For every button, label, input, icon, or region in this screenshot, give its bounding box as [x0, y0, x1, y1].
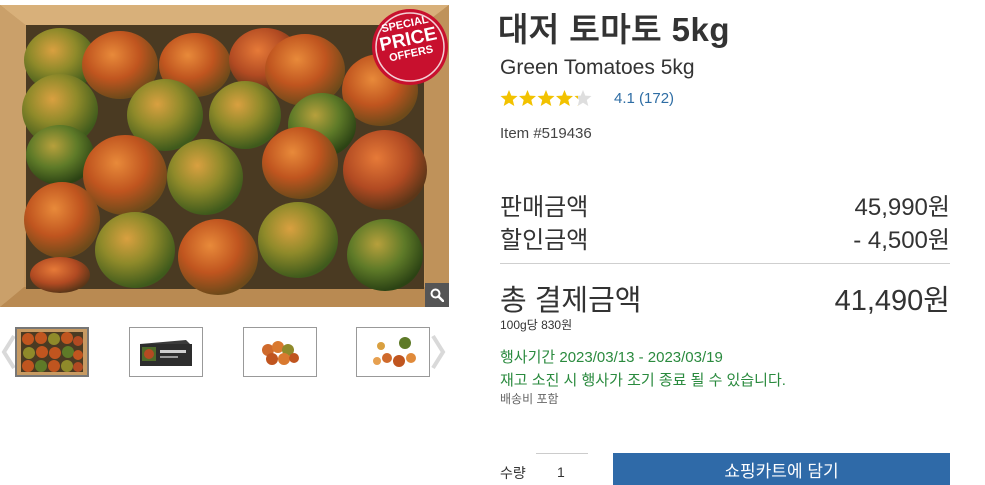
zoom-button[interactable]: [425, 283, 449, 307]
total-price-label: 총 결제금액: [500, 285, 642, 317]
discount-row: 할인금액 - 4,500원: [500, 220, 950, 255]
thumbnail-packaged-box: [130, 328, 202, 376]
unit-price: 100g당 830원: [500, 318, 573, 332]
thumbnail-loose-tomatoes: [244, 328, 316, 376]
thumbnail-strip: [0, 322, 449, 382]
total-price-row: 총 결제금액 41,490원: [500, 277, 950, 319]
discount-amount: - 4,500원: [853, 227, 950, 254]
chevron-right-icon: [431, 334, 446, 370]
quantity-input[interactable]: [536, 453, 588, 485]
sale-price-label: 판매금액: [500, 194, 589, 221]
quantity-label: 수량: [500, 465, 526, 481]
price-divider: [500, 263, 950, 264]
product-rating[interactable]: 4.1 (172): [500, 89, 674, 107]
thumbnail-next-button[interactable]: [427, 330, 449, 374]
promo-period: 행사기간 2023/03/13 - 2023/03/19: [500, 349, 723, 366]
shipping-info: 배송비 포함: [500, 392, 559, 406]
discount-label: 할인금액: [500, 227, 589, 254]
rating-count-link[interactable]: 4.1 (172): [614, 90, 674, 107]
sale-price-amount: 45,990원: [854, 194, 951, 221]
sale-price-row: 판매금액 45,990원: [500, 187, 950, 222]
product-title-korean: 대저 토마토 5kg: [498, 11, 731, 48]
product-title-english: Green Tomatoes 5kg: [500, 56, 695, 79]
magnifier-icon: [430, 288, 444, 302]
total-price-amount: 41,490원: [834, 285, 950, 317]
promo-note: 재고 소진 시 행사가 조기 종료 될 수 있습니다.: [500, 372, 786, 389]
thumbnail-3[interactable]: [243, 327, 317, 377]
rating-stars: [500, 89, 596, 107]
thumbnail-1[interactable]: [15, 327, 89, 377]
thumbnail-4[interactable]: [356, 327, 430, 377]
product-main-image[interactable]: SPECIAL PRICE OFFERS: [0, 5, 449, 307]
star-rating-icon: [500, 90, 592, 106]
add-to-cart-button[interactable]: 쇼핑카트에 담기: [613, 453, 950, 485]
thumbnail-2[interactable]: [129, 327, 203, 377]
thumbnail-sliced-tomatoes: [357, 328, 429, 376]
thumbnail-box-tomatoes: [17, 329, 87, 375]
item-number: Item #519436: [500, 125, 592, 142]
